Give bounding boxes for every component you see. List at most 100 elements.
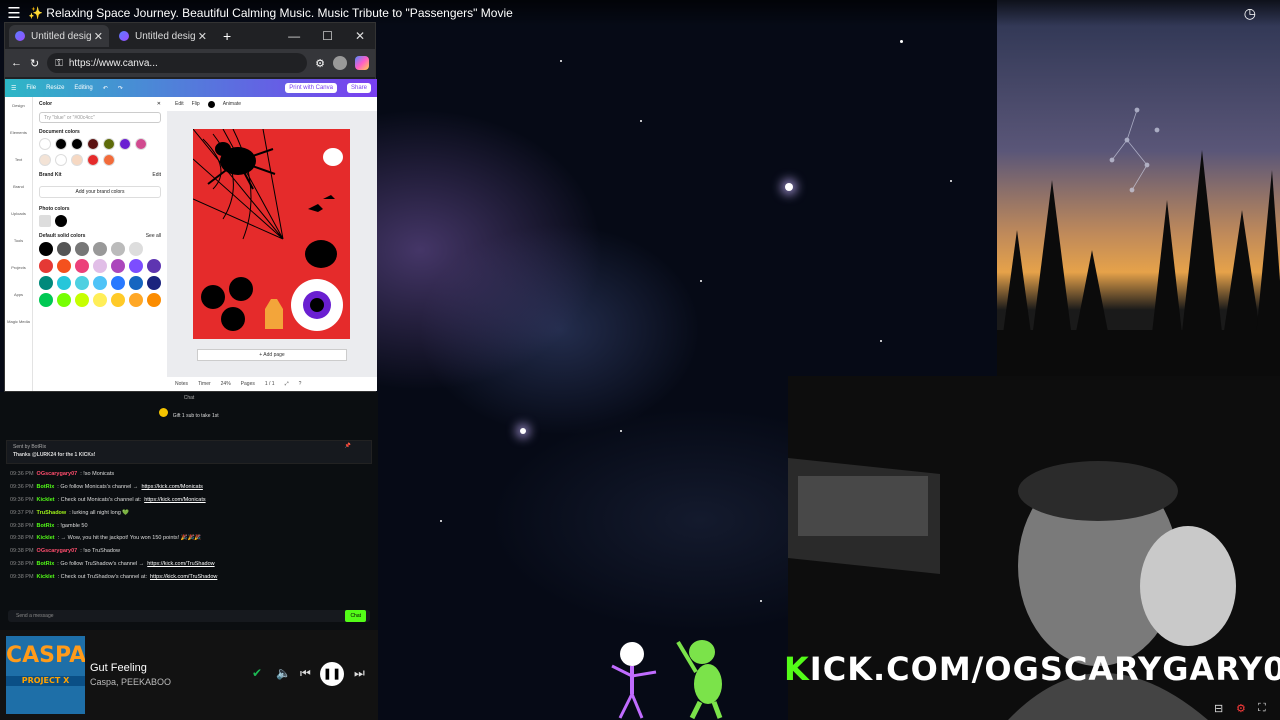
add-brand-colors-button[interactable]: Add your brand colors	[39, 186, 161, 198]
editing-menu[interactable]: Editing	[74, 85, 92, 91]
back-icon[interactable]: ←	[11, 57, 22, 69]
color-swatch[interactable]	[111, 242, 125, 256]
print-button[interactable]: Print with Canva	[285, 83, 337, 93]
color-swatch[interactable]	[55, 154, 67, 166]
share-button[interactable]: Share	[346, 83, 371, 93]
timer-button[interactable]: Timer	[198, 381, 211, 387]
message-link[interactable]: https://kick.com/TruShadow	[147, 561, 214, 567]
undo-icon[interactable]: ↶	[103, 85, 108, 92]
color-swatch[interactable]	[71, 138, 83, 150]
maximize-icon[interactable]: ☐	[322, 29, 333, 43]
message-username[interactable]: Kicklet	[37, 497, 55, 503]
liked-check-icon[interactable]: ✔	[252, 666, 262, 680]
color-swatch[interactable]	[71, 154, 83, 166]
rail-brand[interactable]: Brand	[5, 178, 32, 205]
close-icon[interactable]: ✕	[94, 30, 103, 43]
color-swatch[interactable]	[93, 259, 107, 273]
message-username[interactable]: TruShadow	[37, 510, 67, 516]
color-swatch[interactable]	[129, 293, 143, 307]
profile-avatar[interactable]	[333, 56, 347, 70]
extensions-icon[interactable]: ⚙	[315, 57, 325, 70]
color-swatch[interactable]	[55, 215, 67, 227]
color-swatch[interactable]	[75, 293, 89, 307]
rail-magic-media[interactable]: Magic Media	[5, 313, 32, 340]
pin-icon[interactable]: 📌	[345, 443, 351, 449]
canva-menu-icon[interactable]: ☰	[11, 85, 16, 92]
color-swatch[interactable]	[39, 138, 51, 150]
redo-icon[interactable]: ↷	[118, 85, 123, 92]
chat-input[interactable]: Send a message Chat	[8, 610, 370, 622]
previous-icon[interactable]: ⏮	[300, 666, 311, 681]
color-swatch[interactable]	[87, 138, 99, 150]
minimize-icon[interactable]: —	[288, 29, 300, 43]
photo-thumbnail[interactable]	[39, 215, 51, 227]
close-window-icon[interactable]: ✕	[355, 29, 365, 43]
edit-tool[interactable]: Edit	[175, 101, 184, 107]
color-swatch[interactable]	[103, 138, 115, 150]
menu-icon[interactable]: ☰	[0, 4, 28, 22]
color-swatch[interactable]	[93, 293, 107, 307]
color-swatch[interactable]	[39, 154, 51, 166]
color-swatch[interactable]	[93, 242, 107, 256]
see-all-link[interactable]: See all	[146, 233, 161, 239]
zoom-level[interactable]: 24%	[221, 381, 231, 387]
message-username[interactable]: OGscarygary07	[37, 548, 78, 554]
color-swatch[interactable]	[147, 276, 161, 290]
color-swatch[interactable]	[111, 259, 125, 273]
message-link[interactable]: https://kick.com/Monicats	[144, 497, 205, 503]
settings-icon[interactable]: ⚙	[1236, 702, 1246, 715]
rail-tools[interactable]: Tools	[5, 232, 32, 259]
message-username[interactable]: OGscarygary07	[37, 471, 78, 477]
new-tab-icon[interactable]: +	[223, 28, 231, 44]
color-swatch[interactable]	[57, 242, 71, 256]
color-swatch[interactable]	[93, 276, 107, 290]
fullscreen-icon[interactable]: ⛶	[1258, 702, 1266, 715]
color-swatch[interactable]	[129, 276, 143, 290]
volume-icon[interactable]: 🔈	[276, 666, 291, 680]
color-swatch[interactable]	[39, 259, 53, 273]
color-swatch[interactable]	[57, 293, 71, 307]
color-swatch[interactable]	[147, 259, 161, 273]
add-page-button[interactable]: + Add page	[197, 349, 347, 361]
color-swatch[interactable]	[129, 242, 143, 256]
brand-edit-link[interactable]: Edit	[152, 172, 161, 178]
color-swatch[interactable]	[57, 276, 71, 290]
pause-button[interactable]: ❚❚	[320, 662, 344, 686]
color-swatch[interactable]	[57, 259, 71, 273]
color-swatch[interactable]	[103, 154, 115, 166]
message-link[interactable]: https://kick.com/Monicats	[141, 484, 202, 490]
gift-sub-banner[interactable]: Gift 1 sub to take 1st	[0, 408, 378, 419]
message-username[interactable]: Kicklet	[37, 535, 55, 541]
fullscreen-icon[interactable]: ⤢	[285, 381, 289, 387]
color-swatch[interactable]	[39, 293, 53, 307]
color-tool[interactable]	[207, 100, 215, 108]
tab-canva-1[interactable]: Untitled desig ✕	[9, 25, 109, 47]
flip-tool[interactable]: Flip	[192, 101, 200, 107]
color-swatch[interactable]	[129, 259, 143, 273]
color-swatch[interactable]	[135, 138, 147, 150]
rail-projects[interactable]: Projects	[5, 259, 32, 286]
color-swatch[interactable]	[75, 242, 89, 256]
color-swatch[interactable]	[39, 242, 53, 256]
message-link[interactable]: https://kick.com/TruShadow	[150, 574, 217, 580]
subtitles-icon[interactable]: ⊟	[1214, 702, 1223, 715]
color-swatch[interactable]	[75, 276, 89, 290]
rail-text[interactable]: Text	[5, 151, 32, 178]
next-icon[interactable]: ⏭	[354, 666, 365, 681]
color-swatch[interactable]	[147, 242, 161, 256]
color-swatch[interactable]	[111, 293, 125, 307]
message-username[interactable]: Kicklet	[37, 574, 55, 580]
close-panel-icon[interactable]: ✕	[157, 101, 161, 107]
color-swatch[interactable]	[119, 138, 131, 150]
address-bar[interactable]: ⚿ https://www.canva...	[47, 53, 308, 73]
resize-menu[interactable]: Resize	[46, 85, 64, 91]
color-swatch[interactable]	[55, 138, 67, 150]
message-username[interactable]: BotRix	[37, 484, 55, 490]
file-menu[interactable]: File	[26, 85, 36, 91]
clock-icon[interactable]: ◷	[1244, 5, 1256, 22]
rail-elements[interactable]: Elements	[5, 124, 32, 151]
rail-apps[interactable]: Apps	[5, 286, 32, 313]
color-search-input[interactable]: Try "blue" or "#00c4cc"	[39, 112, 161, 123]
message-username[interactable]: BotRix	[37, 561, 55, 567]
notes-button[interactable]: Notes	[175, 381, 188, 387]
